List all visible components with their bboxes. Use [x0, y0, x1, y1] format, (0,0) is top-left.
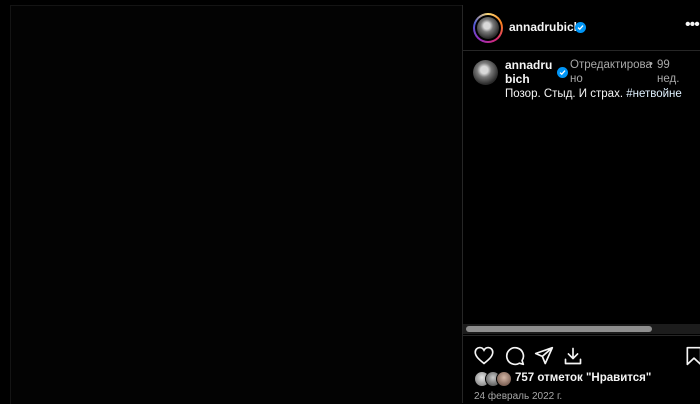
- separator-dot: •: [649, 58, 653, 70]
- caption-body: Позор. Стыд. И страх.: [505, 88, 627, 100]
- liker-avatar: [496, 371, 512, 387]
- post-header: annadrubich •••: [463, 5, 700, 51]
- caption-text: Позор. Стыд. И страх. #нетвойне: [505, 87, 695, 101]
- author-avatar[interactable]: [473, 13, 503, 43]
- actions-divider: [463, 335, 700, 336]
- post-date[interactable]: 24 февраль 2022 г.: [474, 391, 562, 402]
- likers-avatars[interactable]: [474, 371, 514, 387]
- comment-icon[interactable]: [505, 346, 525, 371]
- verified-badge-icon: [575, 22, 586, 33]
- caption-hashtag[interactable]: #нетвойне: [626, 88, 682, 100]
- caption-avatar[interactable]: [473, 60, 498, 85]
- scrollbar-thumb[interactable]: [466, 326, 652, 332]
- bookmark-icon[interactable]: [685, 346, 700, 371]
- horizontal-scrollbar[interactable]: [463, 324, 700, 334]
- edited-label: Отредактировано: [570, 59, 652, 85]
- more-options-icon[interactable]: •••: [685, 16, 700, 34]
- share-icon[interactable]: [534, 346, 554, 371]
- post-media[interactable]: [10, 5, 462, 404]
- likes-count[interactable]: 757 отметок "Нравится": [515, 372, 651, 384]
- download-icon[interactable]: [563, 346, 583, 371]
- post-age[interactable]: 99 нед.: [657, 58, 693, 86]
- heart-icon[interactable]: [474, 346, 494, 370]
- caption-username[interactable]: annadrubich: [505, 58, 557, 86]
- author-username[interactable]: annadrubich: [509, 20, 581, 34]
- caption-verified-icon: [557, 67, 568, 78]
- post-side-panel: annadrubich ••• annadrubich Отредактиров…: [463, 5, 700, 403]
